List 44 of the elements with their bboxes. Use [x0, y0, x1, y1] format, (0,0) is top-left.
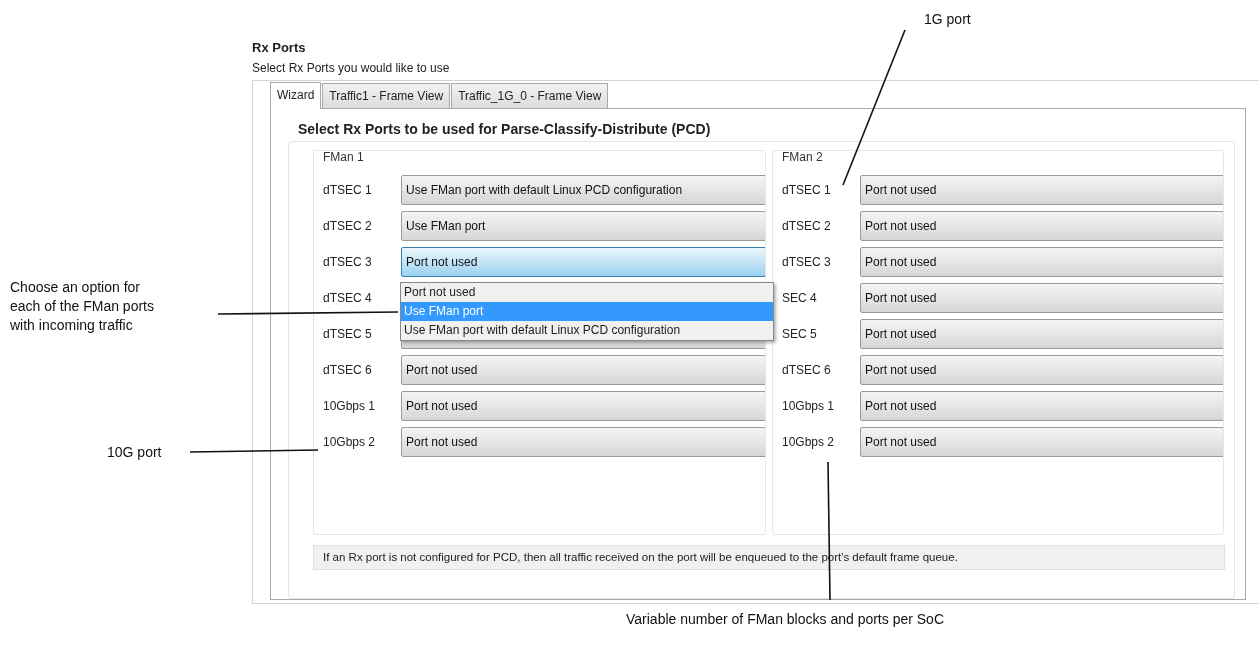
port-dropdown[interactable]: Port not used [401, 355, 765, 385]
port-label: dTSEC 3 [782, 255, 832, 269]
group-label: FMan 1 [323, 151, 364, 164]
port-label: 10Gbps 2 [323, 435, 377, 449]
port-label: dTSEC 2 [782, 219, 832, 233]
tab[interactable]: Traffic1 - Frame View [322, 83, 451, 108]
port-dropdown[interactable]: Port not used [401, 427, 765, 457]
port-label: dTSEC 5 [323, 327, 373, 341]
port-label: dTSEC 6 [323, 363, 373, 377]
tab[interactable]: Traffic_1G_0 - Frame View [451, 83, 609, 108]
port-label: SEC 5 [782, 327, 818, 341]
section-subtitle: Select Rx Ports you would like to use [252, 61, 451, 75]
group-label: FMan 2 [782, 151, 823, 164]
callout-text: 10G port [107, 443, 162, 462]
callout-text: Variable number of FMan blocks and ports per SoC [626, 610, 944, 629]
port-label: 10Gbps 2 [782, 435, 836, 449]
port-dropdown[interactable]: Port not used [860, 319, 1223, 349]
port-dropdown[interactable]: Port not used [401, 247, 765, 277]
port-label: dTSEC 3 [323, 255, 373, 269]
port-label: SEC 4 [782, 291, 818, 305]
callout-text: 1G port [924, 10, 971, 29]
port-dropdown[interactable]: Port not used [860, 175, 1223, 205]
port-dropdown[interactable]: Port not used [401, 391, 765, 421]
callout-text: Choose an option for each of the FMan ports with incoming traffic [10, 278, 154, 335]
port-dropdown[interactable]: Port not used [860, 427, 1223, 457]
tab[interactable]: Wizard [270, 82, 322, 109]
port-label: 10Gbps 1 [782, 399, 836, 413]
port-dropdown[interactable]: Port not used [860, 391, 1223, 421]
port-label: dTSEC 4 [323, 291, 373, 305]
port-label: dTSEC 1 [323, 183, 373, 197]
port-label: 10Gbps 1 [323, 399, 377, 413]
section-title: Rx Ports [252, 40, 307, 55]
port-dropdown[interactable]: Port not used [860, 247, 1223, 277]
port-dropdown[interactable]: Port not used [860, 355, 1223, 385]
group-title: Select Rx Ports to be used for Parse-Classify-Distribute (PCD) [298, 121, 712, 137]
port-label: dTSEC 6 [782, 363, 832, 377]
dropdown-option[interactable]: Port not used [401, 283, 773, 302]
port-label: dTSEC 1 [782, 183, 832, 197]
port-dropdown[interactable]: Port not used [860, 283, 1223, 313]
port-dropdown[interactable]: Use FMan port with default Linux PCD configuration [401, 175, 765, 205]
port-dropdown[interactable]: Use FMan port [401, 211, 765, 241]
port-dropdown[interactable]: Port not used [860, 211, 1223, 241]
port-label: dTSEC 2 [323, 219, 373, 233]
dropdown-option[interactable]: Use FMan port with default Linux PCD configuration [401, 321, 773, 340]
